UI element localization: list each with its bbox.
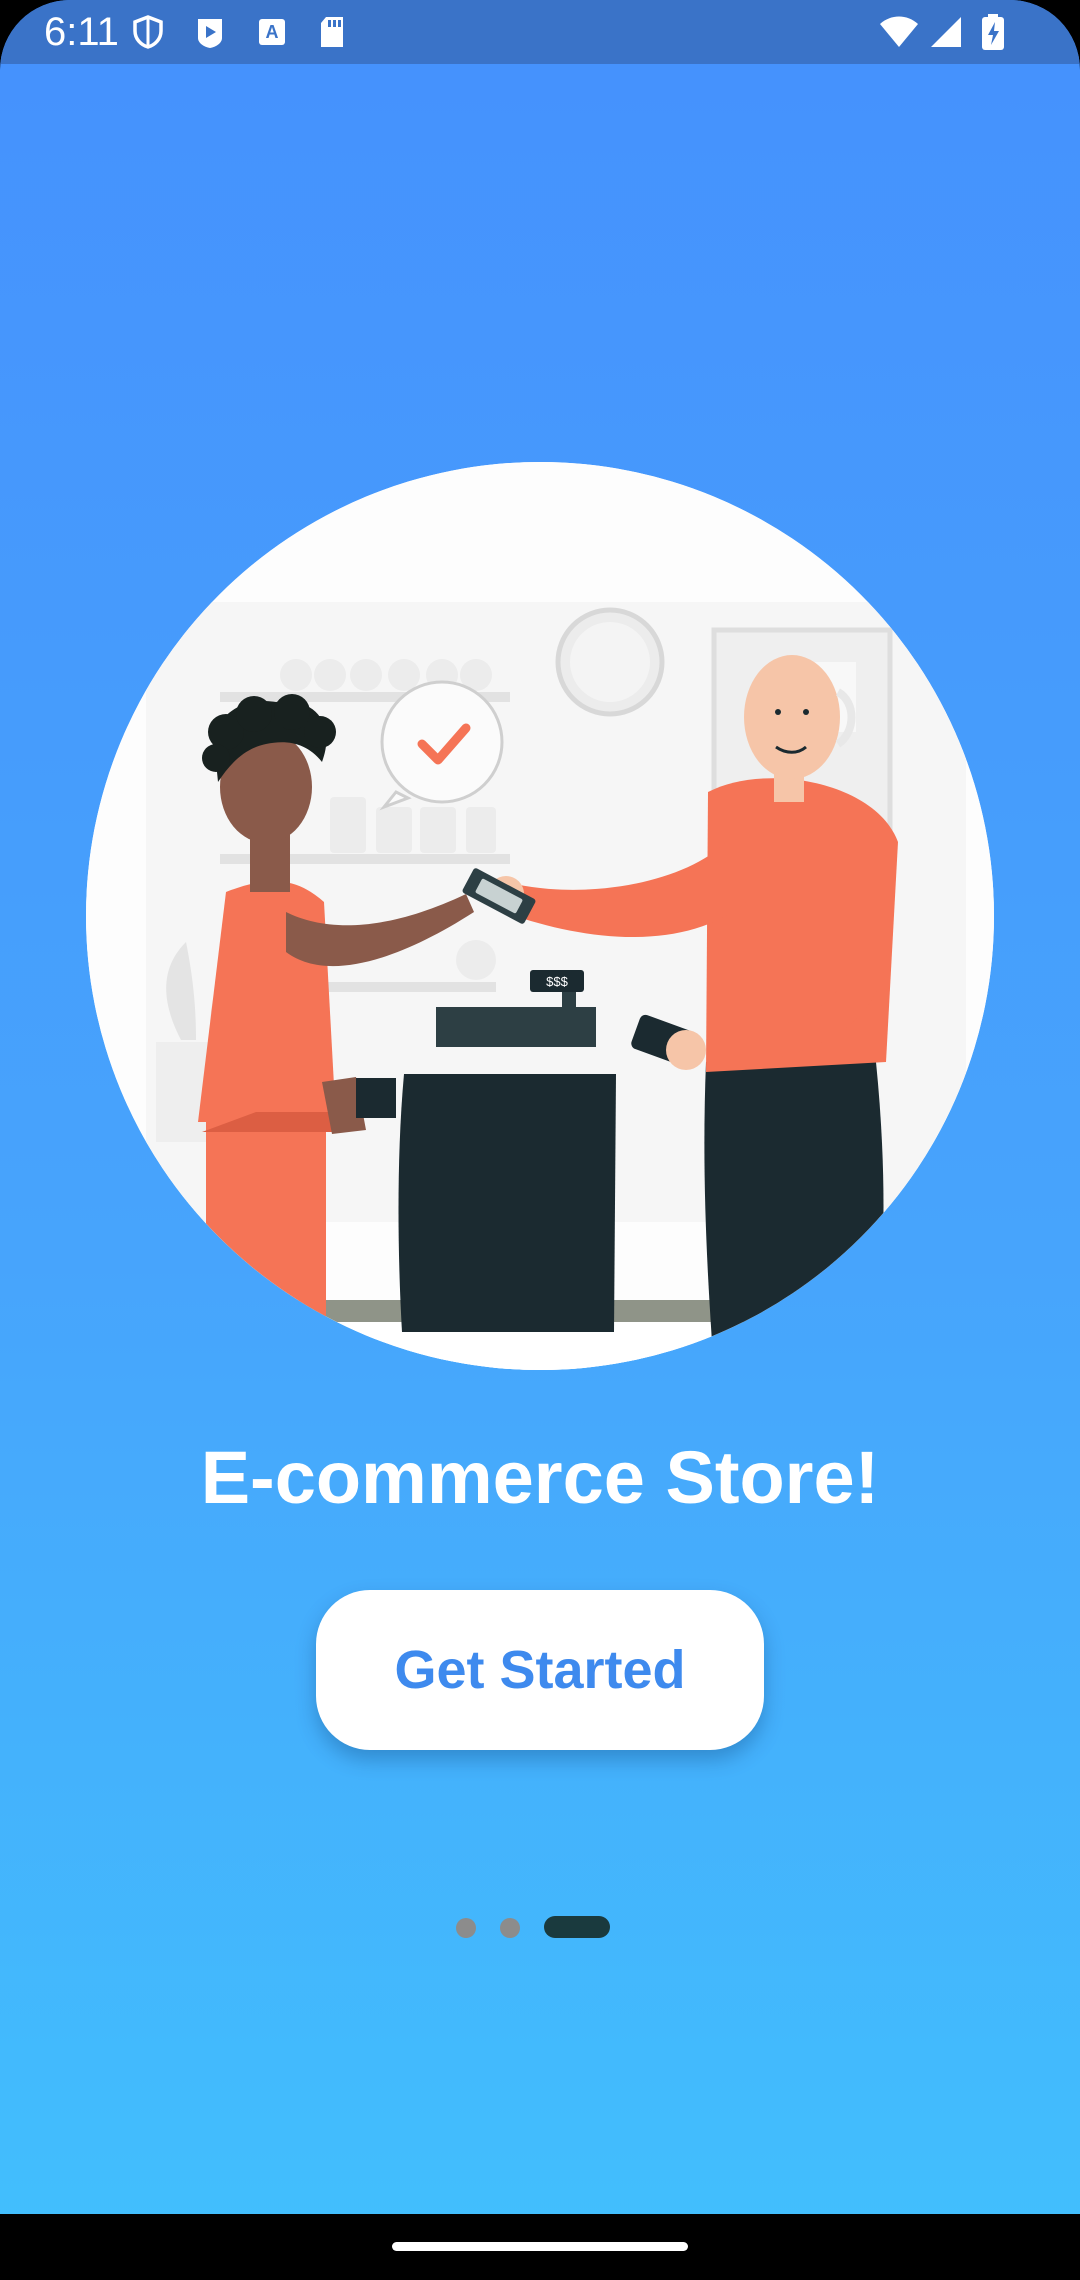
- play-store-icon: [192, 14, 228, 50]
- status-time: 6:11: [44, 10, 119, 54]
- shield-icon: [130, 14, 166, 50]
- battery-charging-icon: [980, 14, 1006, 50]
- home-gesture-handle[interactable]: [392, 2242, 688, 2251]
- page-indicator-dot-3-active[interactable]: [544, 1916, 610, 1938]
- sd-card-icon: [314, 14, 350, 50]
- wall-clock-icon: [555, 607, 665, 717]
- onboarding-screen: 6:11 A $$$ E-commerce Store! Get Started: [0, 0, 1080, 2280]
- get-started-button[interactable]: Get Started: [316, 1590, 764, 1750]
- status-bar: 6:11 A: [0, 0, 1080, 64]
- svg-text:$$$: $$$: [546, 974, 568, 989]
- page-title: E-commerce Store!: [200, 1436, 880, 1519]
- page-indicator-dot-2[interactable]: [500, 1918, 520, 1938]
- page-indicator-dot-1[interactable]: [456, 1918, 476, 1938]
- svg-text:A: A: [266, 22, 279, 42]
- wifi-icon: [878, 14, 920, 50]
- keyboard-a-icon: A: [254, 14, 290, 50]
- hero-illustration: $$$: [86, 462, 994, 1370]
- cellular-signal-icon: [928, 14, 964, 50]
